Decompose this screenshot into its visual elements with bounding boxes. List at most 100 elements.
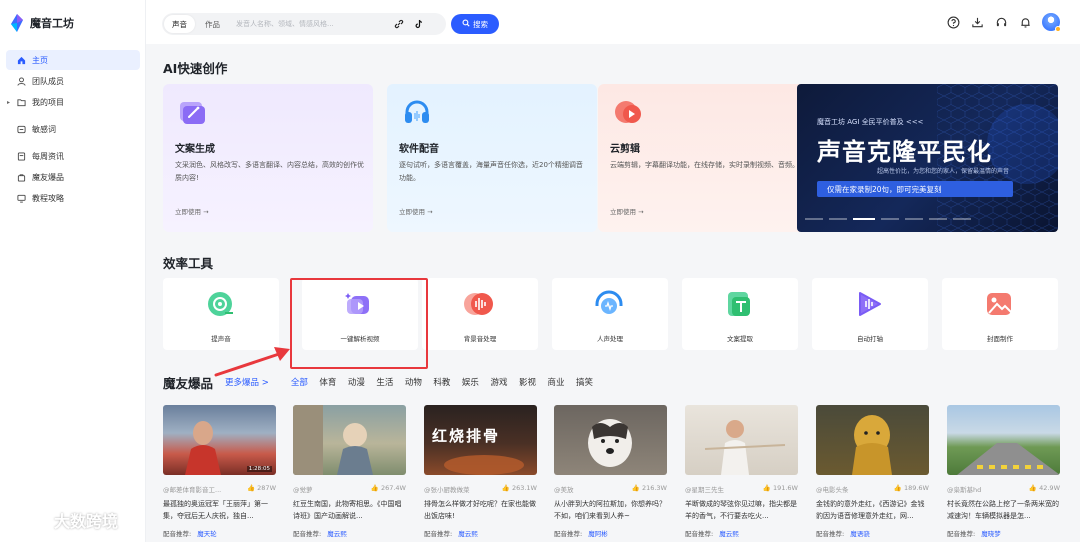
sidebar-item-tutorials[interactable]: 教程攻略 — [6, 188, 140, 208]
tool-auto-timeline[interactable]: 自动打轴 — [812, 278, 928, 350]
tool-bg-audio[interactable]: 背景音处理 — [422, 278, 538, 350]
filter-entertainment[interactable]: 娱乐 — [462, 376, 479, 388]
filter-life[interactable]: 生活 — [376, 376, 393, 388]
voice-name[interactable]: 魔语骁 — [850, 530, 870, 538]
voice-name[interactable]: 魔云熙 — [719, 530, 739, 538]
section-title-explore: 魔友爆品 — [163, 376, 214, 391]
filter-science[interactable]: 科教 — [433, 376, 450, 388]
video-author[interactable]: @觉萝 — [293, 484, 313, 494]
sidebar-item-projects[interactable]: ▸ 我的项目 — [6, 92, 140, 112]
video-author[interactable]: @电影头条 — [816, 484, 849, 494]
video-card[interactable]: @美放 👍 216.3W 从小胖到大的阿拉斯加，你想养吗？不如，咱们来看到人养~ … — [554, 405, 667, 538]
ai-card-copywriting[interactable]: 文案生成 文采润色、风格改写、多语言翻译、内容总结，高效的创作优质内容! 立即使… — [163, 84, 373, 232]
video-author[interactable]: @张小厨教做菜 — [424, 484, 470, 494]
video-card[interactable]: @枭斯基hd 👍 42.9W 村长竟然在公路上挖了一条两米宽的减速沟！车辆模拟器是… — [947, 405, 1060, 538]
tool-text-extract[interactable]: 文案提取 — [682, 278, 798, 350]
filter-film[interactable]: 影视 — [519, 376, 536, 388]
sidebar-item-team[interactable]: 团队成员 — [6, 71, 140, 91]
voice-recommend: 配音推荐: 魔晓梦 — [947, 528, 1060, 538]
search-button[interactable]: 搜索 — [451, 14, 499, 34]
text-extract-icon — [728, 292, 750, 316]
sidebar-item-sensitive-words[interactable]: 敏感词 — [6, 119, 140, 139]
link-icon[interactable] — [392, 17, 406, 31]
tool-cover-make[interactable]: 封面制作 — [942, 278, 1058, 350]
carousel-dot[interactable] — [929, 218, 947, 220]
status-badge — [1055, 26, 1061, 32]
video-title[interactable]: 最孤独的奥运冠军「王丽萍」第一集，夺冠后无人庆祝，独自... — [163, 498, 276, 522]
voice-name[interactable]: 魔天轮 — [197, 530, 217, 538]
bag-icon — [16, 172, 26, 182]
video-title[interactable]: 排骨怎么样做才好吃呢？在家也能做出饭店味! — [424, 498, 537, 522]
filter-funny[interactable]: 搞笑 — [576, 376, 593, 388]
filter-business[interactable]: 商业 — [547, 376, 564, 388]
caret-right-icon[interactable]: ▸ — [7, 99, 10, 106]
banner-cta[interactable]: 仅需在家录制20句，即可完美复刻 — [817, 181, 1013, 197]
carousel-dot[interactable] — [953, 218, 971, 220]
video-likes: 👍 267.4W — [371, 484, 406, 494]
voice-name[interactable]: 魔云熙 — [458, 530, 478, 538]
video-card[interactable]: 红烧排骨 @张小厨教做菜 👍 263.1W 排骨怎么样做才好吃呢？在家也能做出饭店… — [424, 405, 537, 538]
voice-name[interactable]: 魔阿彬 — [588, 530, 608, 538]
carousel-dot-active[interactable] — [853, 218, 875, 220]
more-products-link[interactable]: 更多爆品 > — [225, 376, 269, 388]
tool-extract-voice[interactable]: 提声音 — [163, 278, 279, 350]
likes-count: 42.9W — [1039, 484, 1060, 492]
video-thumbnail[interactable]: 红烧排骨 — [424, 405, 537, 475]
video-title[interactable]: 羊断做成的琴弦你见过嘛，指尖都是羊的香气，不行要去吃火... — [685, 498, 798, 522]
ai-card-link[interactable]: 立即使用 → — [610, 206, 644, 216]
download-icon[interactable] — [970, 15, 984, 29]
video-card[interactable]: @觉萝 👍 267.4W 红豆生南国，此物寄相思。《中国唱诗班》国产动画解说...… — [293, 405, 406, 538]
likes-count: 189.6W — [903, 484, 929, 492]
video-thumbnail[interactable] — [293, 405, 406, 475]
sidebar-item-home[interactable]: 主页 — [6, 50, 140, 70]
carousel-dot[interactable] — [829, 218, 847, 220]
video-thumbnail[interactable] — [685, 405, 798, 475]
ai-card-cloud-edit[interactable]: 云剪辑 云端剪辑，字幕翻译功能，在线存储，实时录制视频、音频。 立即使用 → — [598, 84, 808, 232]
video-title[interactable]: 金钱豹的意外走红，《西游记》金钱豹因为语音修理意外走红，网... — [816, 498, 929, 522]
carousel-dot[interactable] — [905, 218, 923, 220]
video-thumbnail[interactable] — [554, 405, 667, 475]
tiktok-icon[interactable] — [412, 17, 426, 31]
sidebar-item-weekly-news[interactable]: 每周资讯 — [6, 146, 140, 166]
video-meta: @星期三先生 👍 191.6W — [685, 484, 798, 494]
promo-banner[interactable]: 魔音工坊 AGI 全民平价普及 <<< 声音克隆平民化 超高性价比，为您和您的家… — [797, 84, 1058, 232]
search-input[interactable] — [236, 20, 386, 28]
cloud-play-icon — [615, 101, 641, 123]
video-thumbnail[interactable] — [816, 405, 929, 475]
carousel-dot[interactable] — [805, 218, 823, 220]
search-tab-voice[interactable]: 声音 — [164, 15, 195, 33]
video-author[interactable]: @邮差体育影音工... — [163, 484, 221, 494]
ai-card-link[interactable]: 立即使用 → — [175, 206, 209, 216]
filter-games[interactable]: 游戏 — [490, 376, 507, 388]
help-icon[interactable] — [946, 15, 960, 29]
filter-all[interactable]: 全部 — [291, 376, 308, 388]
video-author[interactable]: @星期三先生 — [685, 484, 724, 494]
user-avatar[interactable] — [1042, 13, 1061, 32]
video-thumbnail[interactable] — [947, 405, 1060, 475]
filter-anime[interactable]: 动漫 — [348, 376, 365, 388]
bell-icon[interactable] — [1018, 15, 1032, 29]
carousel-dot[interactable] — [881, 218, 899, 220]
video-title[interactable]: 红豆生南国，此物寄相思。《中国唱诗班》国产动画解说... — [293, 498, 406, 522]
video-title[interactable]: 从小胖到大的阿拉斯加，你想养吗？不如，咱们来看到人养~ — [554, 498, 667, 522]
sidebar-item-hot-products[interactable]: 魔友爆品 — [6, 167, 140, 187]
video-author[interactable]: @枭斯基hd — [947, 484, 981, 494]
search-tab-works[interactable]: 作品 — [197, 15, 228, 33]
tool-label: 背景音处理 — [463, 335, 497, 343]
ai-card-dubbing[interactable]: 软件配音 逐句试听，多语言覆盖，海量声音任你选，近20个精细调音功能。 立即使用… — [387, 84, 597, 232]
voice-name[interactable]: 魔晓梦 — [981, 530, 1001, 538]
headset-icon[interactable] — [994, 15, 1008, 29]
filter-animals[interactable]: 动物 — [405, 376, 422, 388]
video-author[interactable]: @美放 — [554, 484, 574, 494]
filter-sports[interactable]: 体育 — [319, 376, 336, 388]
ai-card-link[interactable]: 立即使用 → — [399, 206, 433, 216]
voice-name[interactable]: 魔云熙 — [327, 530, 347, 538]
brand-logo[interactable]: 魔音工坊 — [10, 14, 74, 32]
tool-label: 自动打轴 — [857, 335, 883, 343]
video-card[interactable]: 1:28:05 @邮差体育影音工... 👍 287W 最孤独的奥运冠军「王丽萍」第… — [163, 405, 276, 538]
video-card[interactable]: @星期三先生 👍 191.6W 羊断做成的琴弦你见过嘛，指尖都是羊的香气，不行要去… — [685, 405, 798, 538]
tool-vocal[interactable]: 人声处理 — [552, 278, 668, 350]
video-thumbnail[interactable]: 1:28:05 — [163, 405, 276, 475]
video-card[interactable]: @电影头条 👍 189.6W 金钱豹的意外走红，《西游记》金钱豹因为语音修理意外走… — [816, 405, 929, 538]
video-title[interactable]: 村长竟然在公路上挖了一条两米宽的减速沟！车辆模拟器是怎... — [947, 498, 1060, 522]
